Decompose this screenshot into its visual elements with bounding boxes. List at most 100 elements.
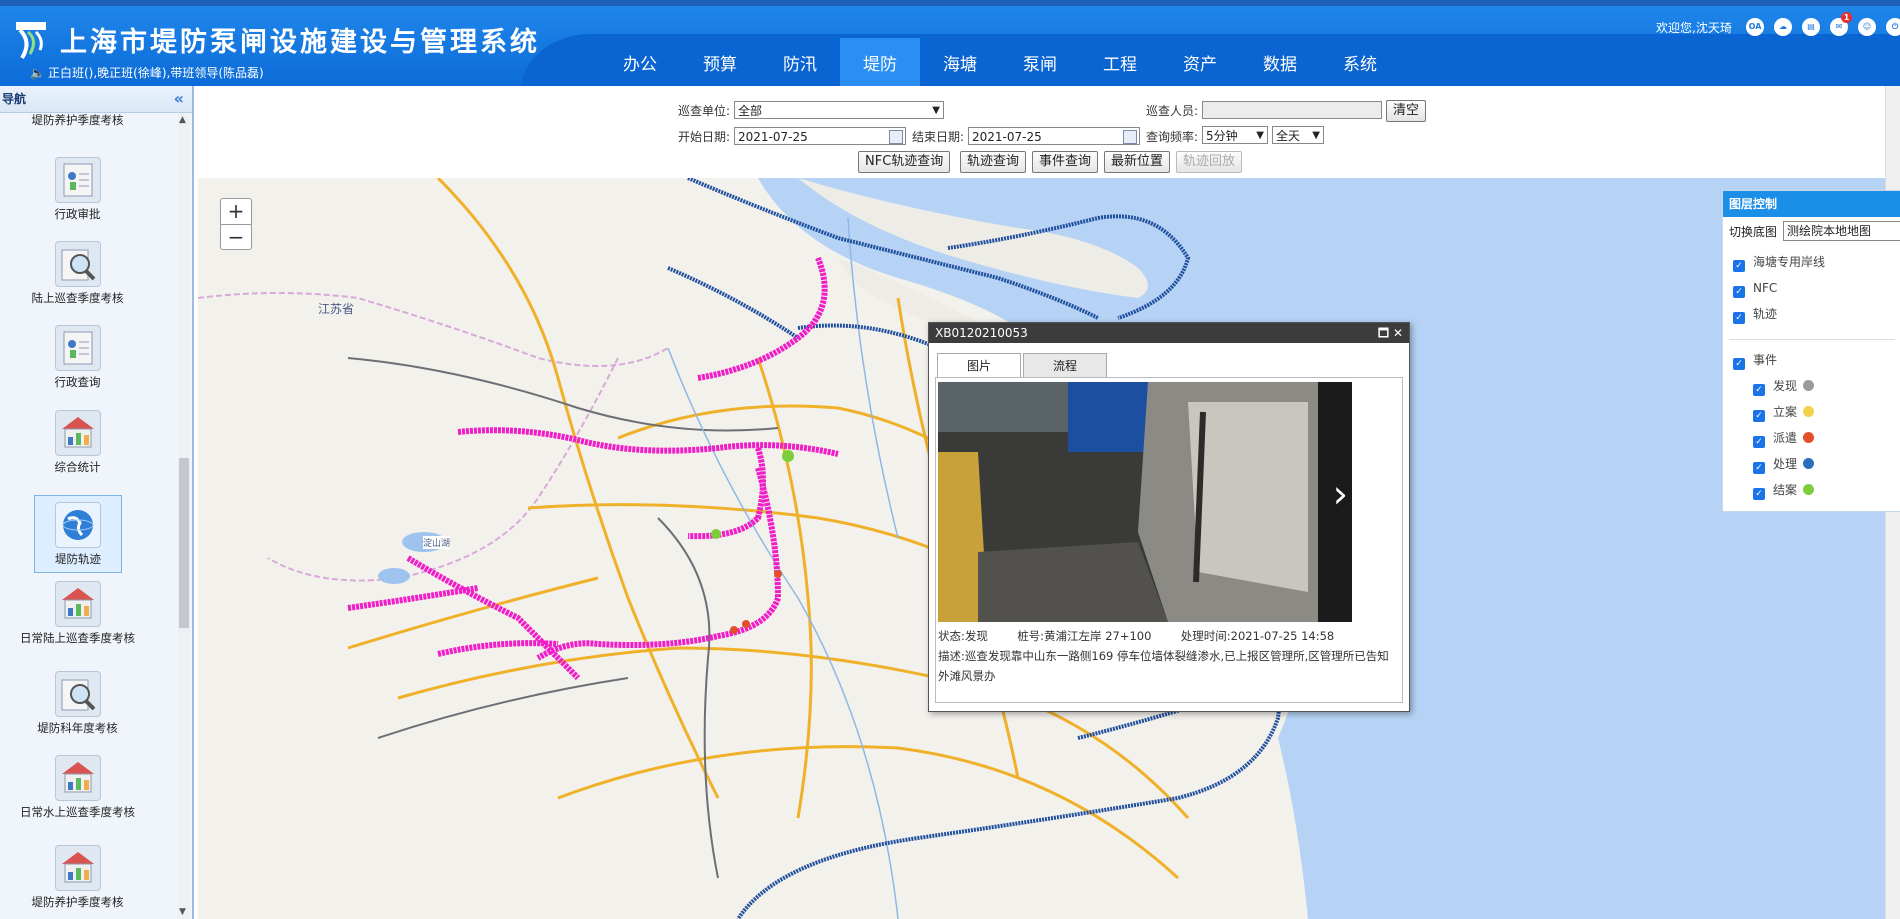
sidebar-item[interactable]: 行政审批 [20,157,135,221]
sidebar-menu: 堤防养护季度考核 行政审批 陆上巡查季度考核 行政查询 综合统计 堤防轨迹 日常… [0,113,176,919]
track-query-button[interactable]: 轨迹查询 [960,151,1027,173]
layer-control-title: 图层控制 [1723,191,1900,217]
statistics-icon [54,755,101,801]
layer-seawall[interactable]: ✓ 海塘专用岸线 [1733,253,1826,272]
nav-engineering[interactable]: 工程 [1080,38,1160,86]
nav-seawall[interactable]: 海塘 [920,38,1000,86]
event-pile: 桩号:黄浦江左岸 27+100 [1017,629,1152,643]
track-playback-button[interactable]: 轨迹回放 [1176,151,1243,173]
statistics-icon [54,410,101,456]
sidebar-item-label: 陆上巡查季度考核 [31,291,124,305]
user-icon[interactable]: ☺ [1858,18,1876,36]
globe-icon [55,502,101,548]
calendar-icon[interactable] [889,130,903,144]
sidebar-item[interactable]: 日常陆上巡查季度考核 [20,581,135,645]
map-label-lake: 淀山湖 [423,536,451,549]
checkbox-icon[interactable]: ✓ [1733,312,1745,324]
nav-embankment[interactable]: 堤防 [840,38,920,86]
event-label: 发现 [1773,379,1798,393]
checkbox-icon[interactable]: ✓ [1733,260,1745,272]
layer-label: 事件 [1753,353,1778,367]
duty-notice: 🔈 正白班(),晚正班(徐峰),带班领导(陈品磊) [30,64,264,81]
sidebar-header: 导航 « [0,86,192,113]
close-icon[interactable]: ✕ [1393,326,1403,340]
sidebar-item[interactable]: 行政查询 [20,325,135,389]
oa-icon[interactable]: OA [1746,18,1764,36]
checkbox-icon[interactable]: ✓ [1753,462,1765,474]
calendar-icon[interactable] [1123,130,1137,144]
layer-nfc[interactable]: ✓ NFC [1733,279,1777,298]
event-dispatched[interactable]: ✓ 派遣 [1753,429,1815,448]
nav-system[interactable]: 系统 [1320,38,1400,86]
doc-icon[interactable]: ▤ [1802,18,1820,36]
main-nav: 办公 预算 防汛 堤防 海塘 泵闸 工程 资产 数据 系统 [600,38,1400,86]
nav-data[interactable]: 数据 [1240,38,1320,86]
event-query-button[interactable]: 事件查询 [1032,151,1099,173]
layer-divider [1729,339,1895,340]
frequency-select[interactable]: 5分钟 ▼ [1202,126,1268,144]
frequency-value: 5分钟 [1206,129,1238,143]
tab-photo[interactable]: 图片 [937,353,1021,378]
event-closed[interactable]: ✓ 结案 [1753,481,1815,500]
collapse-icon[interactable]: « [174,86,184,112]
sidebar-item[interactable]: 堤防养护季度考核 [20,113,135,127]
layer-track[interactable]: ✓ 轨迹 [1733,305,1777,324]
nav-budget[interactable]: 预算 [680,38,760,86]
nfc-track-query-button[interactable]: NFC轨迹查询 [858,151,951,173]
app-header: 上海市堤防泵闸设施建设与管理系统 🔈 正白班(),晚正班(徐峰),带班领导(陈品磊… [0,6,1900,86]
cloud-icon[interactable]: ☁ [1774,18,1792,36]
sidebar-scrollbar[interactable]: ▲ ▼ [178,113,190,919]
end-date-label: 结束日期: [912,130,965,144]
checkbox-icon[interactable]: ✓ [1733,358,1745,370]
next-photo-icon[interactable]: › [1333,474,1348,514]
start-date-input[interactable]: 2021-07-25 [734,127,906,145]
sidebar-item[interactable]: 堤防养护季度考核 [20,845,135,909]
scroll-down-icon[interactable]: ▼ [179,907,186,917]
clear-button[interactable]: 清空 [1386,100,1427,122]
event-handled[interactable]: ✓ 处理 [1753,455,1815,474]
message-icon[interactable]: ✉ 1 [1830,12,1852,36]
basemap-select[interactable]: 测绘院本地地图 [1783,221,1900,241]
time-range-select[interactable]: 全天 ▼ [1272,126,1324,144]
checkbox-icon[interactable]: ✓ [1753,436,1765,448]
zoom-control: + − [220,198,252,250]
sidebar: 导航 « 堤防养护季度考核 行政审批 陆上巡查季度考核 行政查询 综合统计 堤防… [0,86,194,919]
nav-assets[interactable]: 资产 [1160,38,1240,86]
end-date-input[interactable]: 2021-07-25 [968,127,1140,145]
nav-pump-gate[interactable]: 泵闸 [1000,38,1080,86]
popup-controls: 🗖 ✕ [1378,323,1403,343]
sidebar-item[interactable]: 堤防科年度考核 [20,671,135,735]
tab-process[interactable]: 流程 [1023,353,1107,378]
status-dot-icon [1803,406,1815,417]
event-found[interactable]: ✓ 发现 [1753,377,1815,396]
sidebar-item[interactable]: 陆上巡查季度考核 [20,241,135,305]
sidebar-item-embankment-track[interactable]: 堤防轨迹 [34,495,122,573]
event-filed[interactable]: ✓ 立案 [1753,403,1815,422]
sidebar-item[interactable]: 综合统计 [20,410,135,474]
sidebar-item-label: 行政审批 [54,207,101,221]
nav-office[interactable]: 办公 [600,38,680,86]
logout-icon[interactable]: ⏻ [1886,18,1900,36]
checkbox-icon[interactable]: ✓ [1753,488,1765,500]
system-title: 上海市堤防泵闸设施建设与管理系统 [60,27,540,58]
scroll-up-icon[interactable]: ▲ [179,115,186,125]
scrollbar-thumb[interactable] [179,458,189,628]
nav-flood[interactable]: 防汛 [760,38,840,86]
maximize-icon[interactable]: 🗖 [1378,326,1389,340]
latest-position-button[interactable]: 最新位置 [1104,151,1171,173]
person-input[interactable] [1202,101,1382,119]
event-label: 处理 [1773,457,1798,471]
event-status: 状态:发现 [938,629,988,643]
layer-events[interactable]: ✓ 事件 [1733,351,1778,370]
sidebar-item[interactable]: 日常水上巡查季度考核 [20,755,135,819]
frequency-label: 查询频率: [1146,130,1199,144]
query-filters: 巡查单位: 全部 ▼ 巡查人员: 清空 开始日期: 2021-07-25 结束日期… [194,86,1900,178]
checkbox-icon[interactable]: ✓ [1753,410,1765,422]
checkbox-icon[interactable]: ✓ [1733,286,1745,298]
zoom-out-button[interactable]: − [221,225,251,250]
zoom-in-button[interactable]: + [221,199,251,224]
unit-select[interactable]: 全部 ▼ [734,101,944,119]
layer-label: 海塘专用岸线 [1753,255,1826,269]
unit-select-value: 全部 [738,104,763,118]
checkbox-icon[interactable]: ✓ [1753,384,1765,396]
